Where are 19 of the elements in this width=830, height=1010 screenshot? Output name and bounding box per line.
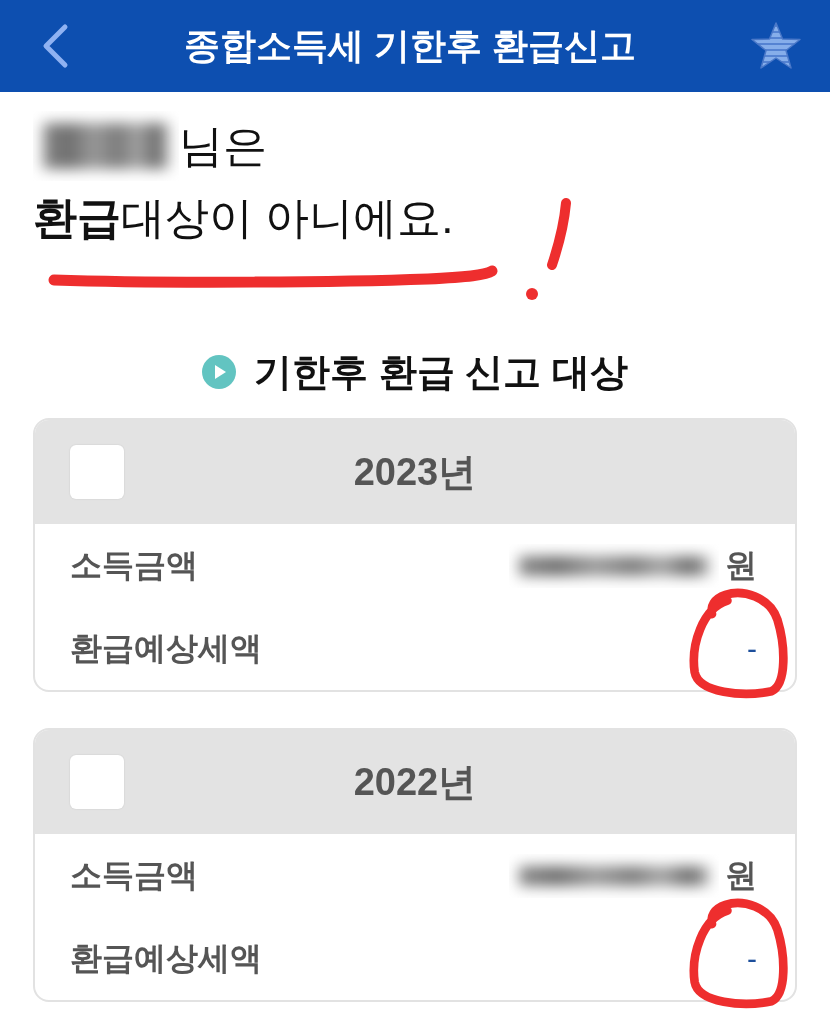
refund-value: - [747, 631, 757, 666]
page-title: 종합소득세 기한후 환급신고 [183, 24, 637, 68]
field-label: 환급예상세액 [70, 938, 262, 978]
section-title: 기한후 환급 신고 대상 [254, 350, 628, 395]
field-label: 소득금액 [70, 545, 198, 585]
play-icon [202, 355, 237, 389]
year-label: 2022년 [353, 759, 477, 805]
field-label: 환급예상세액 [70, 628, 262, 668]
checkbox[interactable] [70, 445, 124, 499]
currency-unit: 원 [725, 855, 757, 895]
star-icon [750, 21, 802, 71]
field-label: 소득금액 [70, 855, 198, 895]
checkbox[interactable] [70, 755, 124, 809]
status-message: 환급대상이 아니에요. [33, 192, 454, 244]
year-label: 2023년 [353, 449, 477, 495]
currency-unit: 원 [725, 545, 757, 585]
greeting-text: 님은 [179, 124, 267, 168]
favorite-button[interactable] [750, 21, 802, 71]
refund-value: - [747, 941, 757, 976]
